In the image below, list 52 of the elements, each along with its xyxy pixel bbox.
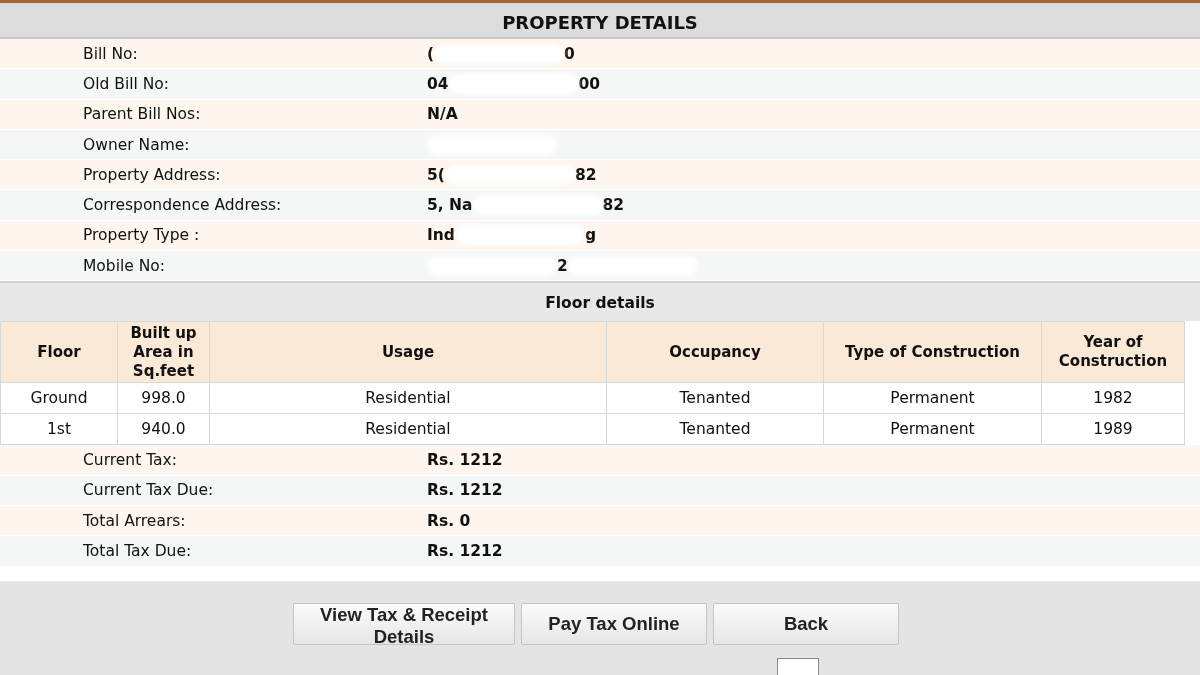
field-label: Total Arrears: (82, 511, 187, 530)
section-title: Floor details (0, 281, 1200, 322)
table-cell: 998.0 (117, 382, 210, 414)
field-label: Old Bill No: (82, 74, 171, 93)
field-label: Parent Bill Nos: (82, 105, 202, 124)
field-label: Current Tax Due: (82, 481, 215, 500)
field-value: 5, Na (427, 196, 473, 215)
field-value: Rs. 1212 (427, 541, 503, 560)
table-cell: 940.0 (117, 413, 210, 445)
field-label: Correspondence Address: (82, 196, 283, 215)
column-header: Year of Construction (1041, 321, 1185, 383)
table-cell: Residential (209, 413, 607, 445)
field-value: N/A (427, 105, 458, 124)
table-cell: Tenanted (606, 413, 824, 445)
table-cell: Residential (209, 382, 607, 414)
field-label: Owner Name: (82, 135, 191, 154)
table-cell: 1982 (1041, 382, 1185, 414)
field-value: 2 (557, 256, 568, 275)
field-value: Rs. 0 (427, 511, 471, 530)
table-cell: Tenanted (606, 382, 824, 414)
field-value: g (584, 226, 596, 245)
field-label: Bill No: (82, 44, 139, 63)
table-cell: 1st (0, 413, 118, 445)
field-value: 82 (602, 196, 625, 215)
field-value: Rs. 1212 (427, 481, 503, 500)
field-label: Current Tax: (82, 451, 178, 469)
table-cell: Ground (0, 382, 118, 414)
action-button[interactable]: Back (713, 602, 899, 645)
field-value: 00 (578, 74, 601, 93)
field-label: Mobile No: (82, 256, 167, 275)
column-header: Built up Area in Sq.feet (117, 321, 210, 383)
field-value: ( (427, 44, 435, 63)
field-value: 5( (427, 165, 445, 184)
input-field[interactable] (777, 657, 819, 675)
field-value: Rs. 1212 (427, 451, 503, 469)
field-value: Ind (427, 226, 455, 245)
field-label: Property Address: (82, 165, 222, 184)
column-header: Occupancy (606, 321, 824, 383)
column-header: Usage (209, 321, 607, 383)
page-title: PROPERTY DETAILS (0, 0, 1200, 39)
column-header: Type of Construction (823, 321, 1042, 383)
table-cell: 1989 (1041, 413, 1185, 445)
field-label: Total Tax Due: (82, 541, 193, 560)
table-cell: Permanent (823, 413, 1042, 445)
column-header: Floor (0, 321, 118, 383)
action-button[interactable]: View Tax & Receipt Details (293, 602, 515, 645)
action-button[interactable]: Pay Tax Online (521, 602, 707, 645)
field-value: 82 (574, 165, 597, 184)
field-label: Property Type : (82, 226, 201, 245)
table-cell: Permanent (823, 382, 1042, 414)
field-value: 04 (427, 74, 449, 93)
field-value: 0 (564, 44, 575, 63)
